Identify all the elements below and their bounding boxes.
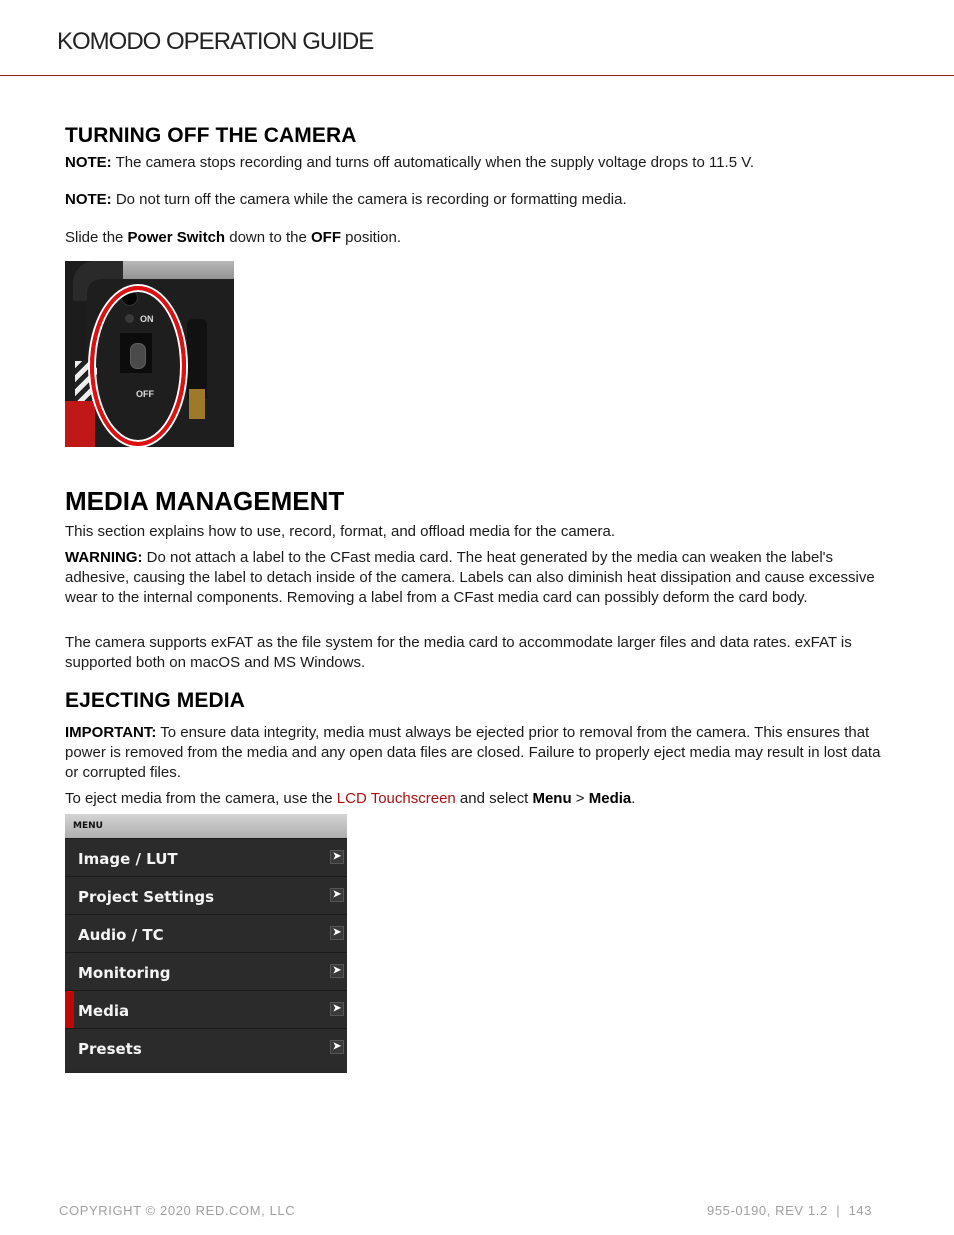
menu-item-audio-tc[interactable]: Audio / TC ➤ [65,914,347,952]
instruction-text: . [631,790,636,807]
menu-item-label: Media [78,1002,130,1020]
red-eject-tab [65,401,95,447]
warning-text: Do not attach a label to the CFast media… [65,549,875,606]
note-label: NOTE: [65,154,112,171]
menu-header: MENU [65,814,347,838]
document-title: KOMODO OPERATION GUIDE [57,28,374,55]
lcd-touchscreen-link[interactable]: LCD Touchscreen [337,790,456,807]
note-voltage: NOTE: The camera stops recording and tur… [65,153,895,173]
menu-item-media[interactable]: Media ➤ [65,990,347,1028]
section-heading-turning-off: TURNING OFF THE CAMERA [65,124,357,147]
chevron-right-icon: ➤ [330,1040,344,1054]
warning-paragraph: WARNING: Do not attach a label to the CF… [65,548,895,608]
chevron-right-icon: ➤ [330,850,344,864]
chevron-right-icon: ➤ [330,888,344,902]
menu-item-label: Monitoring [78,964,171,982]
highlight-circle [90,286,186,446]
chevron-right-icon: ➤ [330,1002,344,1016]
menu-item-label: Audio / TC [78,926,164,944]
instruction-text: down to the [225,229,311,246]
menu-item-label: Project Settings [78,888,215,906]
important-paragraph: IMPORTANT: To ensure data integrity, med… [65,723,895,783]
off-term: OFF [310,229,341,246]
media-term: Media [588,790,632,807]
warning-label: WARNING: [65,549,143,566]
menu-item-label: Image / LUT [78,850,178,868]
chevron-right-icon: ➤ [330,926,344,940]
section-heading-media-management: MEDIA MANAGEMENT [65,486,345,516]
instruction-text: Slide the [65,229,128,246]
power-switch-instruction: Slide the Power Switch down to the OFF p… [65,228,895,248]
power-switch-photo: ON OFF [65,261,234,447]
note-label: NOTE: [65,191,112,208]
document-reference-footer: 955-0190, REV 1.2 | 143 [707,1203,873,1218]
media-intro: This section explains how to use, record… [65,523,616,540]
instruction-text: and select [455,790,533,807]
exfat-paragraph: The camera supports exFAT as the file sy… [65,634,852,671]
power-switch-term: Power Switch [127,229,226,246]
instruction-text: To eject media from the camera, use the [65,790,337,807]
section-heading-ejecting-media: EJECTING MEDIA [65,689,245,712]
path-separator: > [571,790,589,807]
note-text: The camera stops recording and turns off… [111,154,754,171]
menu-item-monitoring[interactable]: Monitoring ➤ [65,952,347,990]
eject-instruction: To eject media from the camera, use the … [65,789,895,809]
important-label: IMPORTANT: [65,724,157,741]
note-text: Do not turn off the camera while the cam… [111,191,627,208]
menu-item-presets[interactable]: Presets ➤ [65,1028,347,1066]
copyright-footer: COPYRIGHT © 2020 RED.COM, LLC [59,1203,296,1218]
menu-term: Menu [532,790,572,807]
important-text: To ensure data integrity, media must alw… [65,724,881,781]
antenna [187,319,207,399]
menu-item-image-lut[interactable]: Image / LUT ➤ [65,838,347,876]
menu-item-label: Presets [78,1040,142,1058]
antenna-connector [189,389,205,419]
header-divider [0,75,954,76]
note-recording: NOTE: Do not turn off the camera while t… [65,190,895,210]
selected-indicator [65,991,74,1028]
menu-item-project-settings[interactable]: Project Settings ➤ [65,876,347,914]
instruction-text: position. [340,229,402,246]
chevron-right-icon: ➤ [330,964,344,978]
lcd-menu-screenshot: MENU Image / LUT ➤ Project Settings ➤ Au… [65,814,347,1073]
